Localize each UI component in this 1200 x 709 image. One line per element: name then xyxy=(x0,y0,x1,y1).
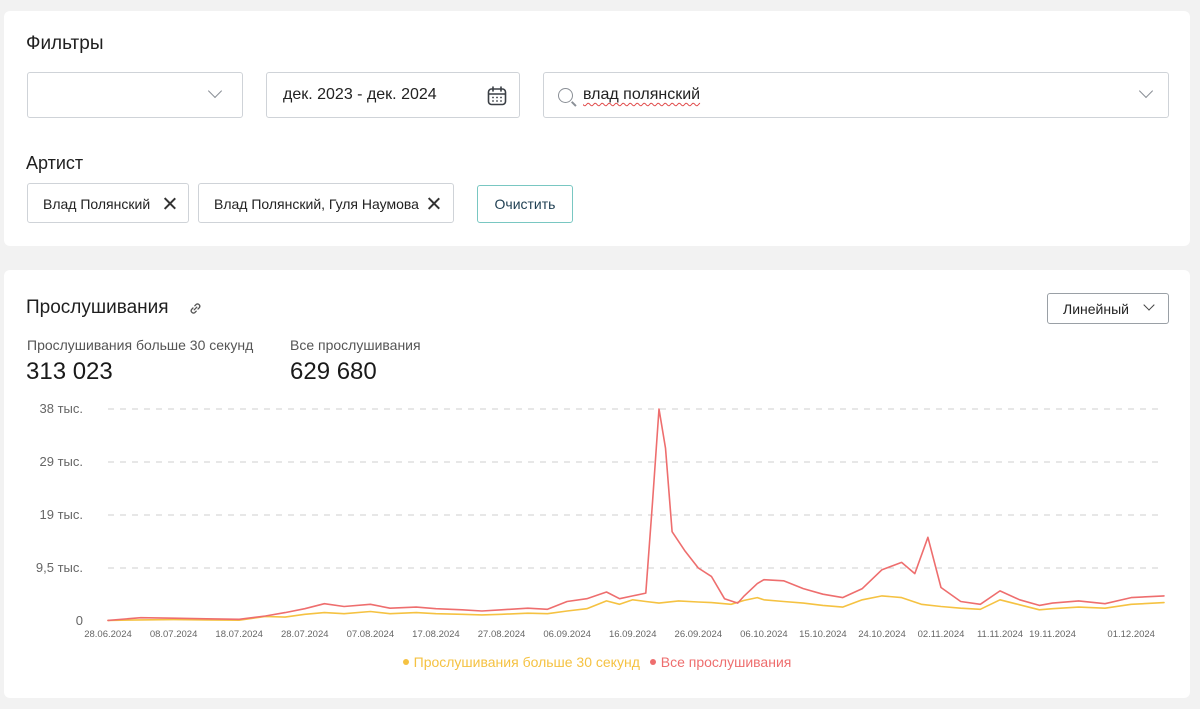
artist-chip: Влад Полянский, Гуля Наумова xyxy=(198,183,454,223)
x-tick-label: 17.08.2024 xyxy=(412,629,460,640)
close-icon[interactable] xyxy=(163,197,176,210)
listens-chart: 38 тыс. 29 тыс. 19 тыс. 9,5 тыс. 028.06.2024… xyxy=(36,401,1165,640)
x-tick-label: 28.06.2024 xyxy=(84,629,132,640)
y-tick-label: 0 xyxy=(76,613,83,628)
clear-button[interactable]: Очистить xyxy=(477,185,573,223)
artist-search-value: влад полянский xyxy=(583,86,701,103)
x-tick-label: 18.07.2024 xyxy=(215,629,263,640)
artist-chip: Влад Полянский xyxy=(27,183,189,223)
artist-search-input[interactable]: влад полянский xyxy=(543,72,1169,118)
x-tick-label: 26.09.2024 xyxy=(675,629,723,640)
x-tick-label: 07.08.2024 xyxy=(347,629,395,640)
listens-panel: Прослушивания Линейный Прослушивания бол… xyxy=(4,270,1190,698)
x-tick-label: 06.10.2024 xyxy=(740,629,788,640)
x-tick-label: 01.12.2024 xyxy=(1107,629,1155,640)
filters-panel: Фильтры дек. 2023 - дек. 2024 влад полян… xyxy=(4,11,1190,246)
legend-item-all[interactable]: Все прослушивания xyxy=(649,654,792,670)
x-tick-label: 06.09.2024 xyxy=(543,629,591,640)
x-tick-label: 28.07.2024 xyxy=(281,629,329,640)
x-tick-label: 16.09.2024 xyxy=(609,629,657,640)
x-tick-label: 15.10.2024 xyxy=(799,629,847,640)
artist-label: Артист xyxy=(26,153,84,173)
artist-chip-label: Влад Полянский xyxy=(43,196,151,212)
legend-label: Все прослушивания xyxy=(660,654,792,670)
x-tick-label: 27.08.2024 xyxy=(478,629,526,640)
category-select[interactable] xyxy=(27,72,243,118)
legend-label: Прослушивания больше 30 секунд xyxy=(413,654,640,670)
legend-item-over30[interactable]: Прослушивания больше 30 секунд xyxy=(402,654,640,670)
x-tick-label: 02.11.2024 xyxy=(918,629,965,640)
y-tick-label: 19 тыс. xyxy=(40,507,83,522)
filters-title: Фильтры xyxy=(26,33,104,54)
legend-dot xyxy=(649,659,656,666)
y-tick-label: 29 тыс. xyxy=(40,454,83,469)
chevron-down-icon xyxy=(207,83,223,99)
x-tick-label: 08.07.2024 xyxy=(150,629,198,640)
y-tick-label: 38 тыс. xyxy=(40,401,83,416)
calendar-icon xyxy=(487,86,507,106)
search-icon xyxy=(558,88,573,103)
date-range-value: дек. 2023 - дек. 2024 xyxy=(283,86,437,103)
x-tick-label: 11.11.2024 xyxy=(977,629,1023,640)
x-tick-label: 24.10.2024 xyxy=(858,629,906,640)
legend-dot xyxy=(402,659,409,666)
artist-chip-label: Влад Полянский, Гуля Наумова xyxy=(214,196,419,212)
chevron-down-icon[interactable] xyxy=(1138,83,1154,99)
close-icon[interactable] xyxy=(427,197,440,210)
date-range-picker[interactable]: дек. 2023 - дек. 2024 xyxy=(266,72,520,118)
chart-legend: Прослушивания больше 30 секунд Все просл… xyxy=(4,654,1190,670)
x-tick-label: 19.11.2024 xyxy=(1029,629,1076,640)
y-tick-label: 9,5 тыс. xyxy=(36,560,83,575)
series-line-over30 xyxy=(107,595,1165,622)
